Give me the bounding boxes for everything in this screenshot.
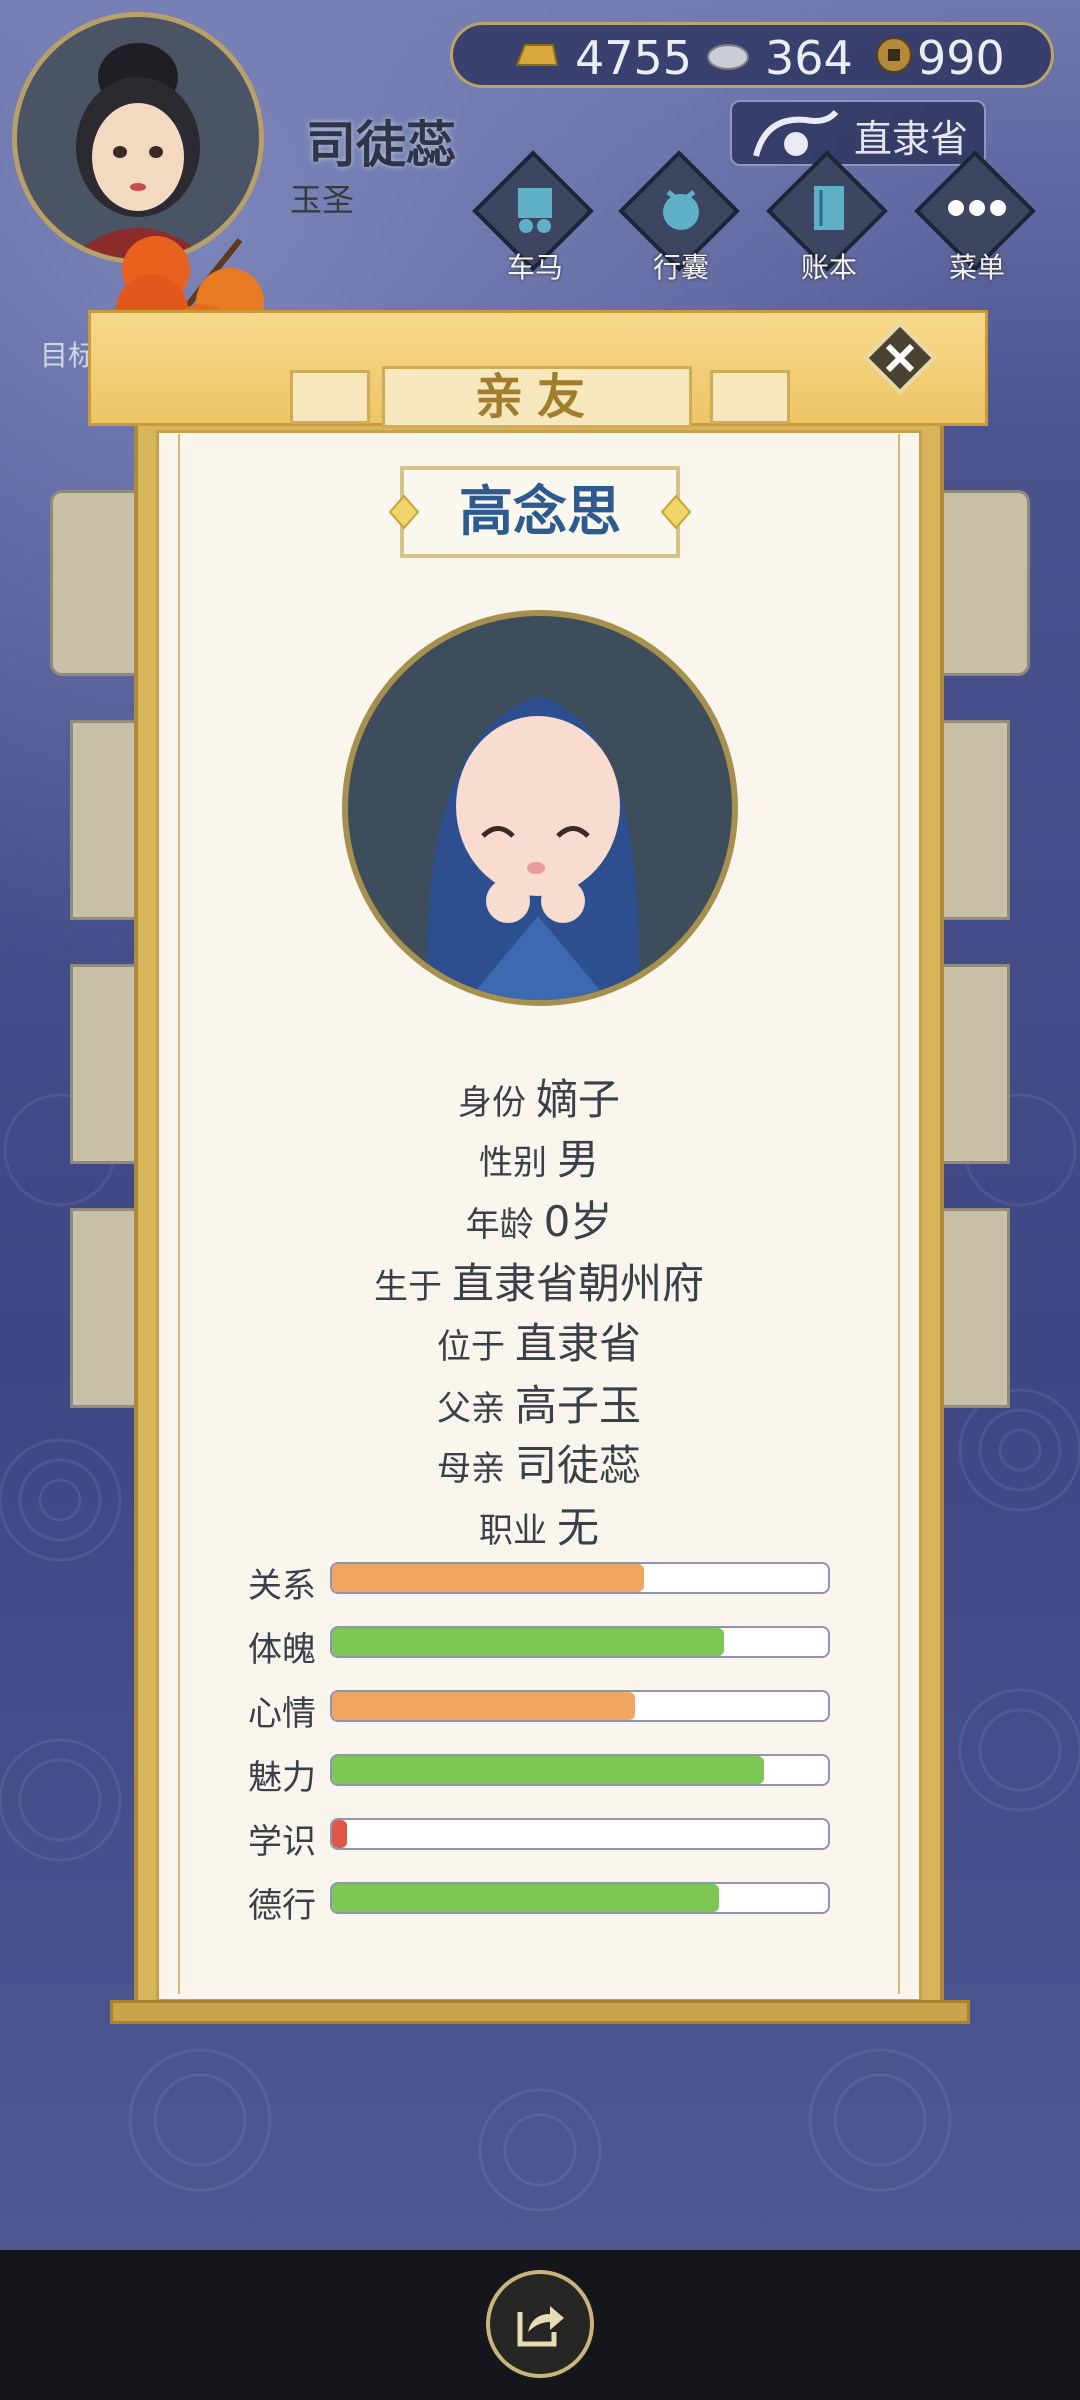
share-icon [517, 2306, 564, 2347]
stat-label-mood: 心情 [248, 1694, 316, 1734]
close-icon [863, 321, 937, 395]
info-row-birthplace: 生于 直隶省朝州府 [178, 1250, 900, 1311]
stat-fill [332, 1756, 764, 1784]
location-badge[interactable]: 直隶省 [730, 100, 986, 166]
nav-label: 车马 [506, 251, 563, 284]
silver-amount: 364 [765, 31, 853, 85]
person-portrait [342, 610, 738, 1006]
close-button[interactable] [862, 320, 938, 396]
diamond-ornament-icon [660, 494, 692, 530]
carriage-icon [518, 188, 552, 233]
nav-label: 账本 [800, 251, 857, 284]
info-row-occupation: 职业无 [178, 1494, 900, 1555]
currency-bar: 4755 364 990 [450, 22, 1054, 88]
info-key: 身份 [457, 1083, 526, 1123]
modal-title-plate: 亲友 [382, 366, 692, 428]
diamond-ornament-icon [388, 494, 420, 530]
nav-bundle-button[interactable]: 行囊 [618, 150, 742, 284]
stat-fill [332, 1564, 645, 1592]
info-value: 直隶省 [514, 1319, 641, 1368]
stat-fill [332, 1628, 724, 1656]
stat-fill [332, 1692, 635, 1720]
header-side-plate [290, 370, 370, 424]
info-value: 直隶省朝州府 [451, 1259, 704, 1308]
location-name: 直隶省 [854, 117, 969, 161]
share-button[interactable] [486, 2270, 594, 2378]
modal-base [110, 2000, 970, 2024]
stat-bar-relation [330, 1562, 830, 1594]
gold-ingot-icon [515, 44, 559, 66]
info-row-identity: 身份 嫡子 [178, 1066, 900, 1127]
bundle-icon [663, 190, 699, 230]
silver-ingot-icon [707, 44, 749, 70]
stat-label-virtue: 德行 [248, 1886, 316, 1926]
info-key: 生于 [373, 1267, 442, 1307]
info-key: 父亲 [436, 1389, 505, 1429]
stat-bar-mood [330, 1690, 830, 1722]
info-key: 性别 [478, 1143, 547, 1183]
modal-title: 亲友 [474, 369, 599, 425]
nav-menu-button[interactable]: 菜单 [914, 150, 1038, 284]
nav-label: 菜单 [948, 251, 1005, 284]
info-value: 司徒蕊 [514, 1441, 641, 1490]
stat-bar-charm [330, 1754, 830, 1786]
copper-coin-icon [876, 37, 912, 73]
stat-bar-knowledge [330, 1818, 830, 1850]
stat-label-knowledge: 学识 [248, 1822, 316, 1862]
gold-amount: 4755 [575, 31, 693, 85]
info-key: 位于 [436, 1327, 505, 1367]
info-row-mother: 母亲 司徒蕊 [178, 1432, 900, 1493]
person-name: 高念思 [459, 480, 621, 543]
stat-label-charm: 魅力 [248, 1758, 316, 1798]
more-icon [948, 200, 1006, 216]
info-value: 0岁 [543, 1197, 613, 1246]
nav-carriage-button[interactable]: 车马 [472, 150, 596, 284]
info-key: 职业 [478, 1511, 547, 1551]
info-value: 男 [556, 1135, 599, 1184]
info-row-father: 父亲 高子玉 [178, 1372, 900, 1433]
info-value: 高子玉 [514, 1381, 641, 1430]
info-key: 年龄 [465, 1205, 534, 1245]
nav-label: 行囊 [652, 251, 709, 284]
info-value: 嫡子 [535, 1075, 620, 1124]
player-title: 玉圣 [290, 181, 355, 219]
stat-bar-physique [330, 1626, 830, 1658]
coin-amount: 990 [917, 31, 1005, 85]
info-value: 无 [556, 1503, 599, 1552]
stat-bar-virtue [330, 1882, 830, 1914]
ledger-icon [814, 186, 844, 230]
stat-fill [332, 1820, 347, 1848]
stat-label-physique: 体魄 [248, 1630, 316, 1670]
info-row-gender: 性别男 [178, 1126, 900, 1187]
info-key: 母亲 [436, 1449, 505, 1489]
person-name-plate: 高念思 [400, 466, 680, 558]
info-row-location: 位于 直隶省 [178, 1310, 900, 1371]
stat-fill [332, 1884, 719, 1912]
info-row-age: 年龄 0岁 [178, 1188, 900, 1249]
stat-label-relation: 关系 [248, 1566, 316, 1606]
nav-ledger-button[interactable]: 账本 [766, 150, 890, 284]
player-name: 司徒蕊 [306, 116, 456, 174]
baby-portrait [427, 696, 639, 1000]
header-side-plate [710, 370, 790, 424]
